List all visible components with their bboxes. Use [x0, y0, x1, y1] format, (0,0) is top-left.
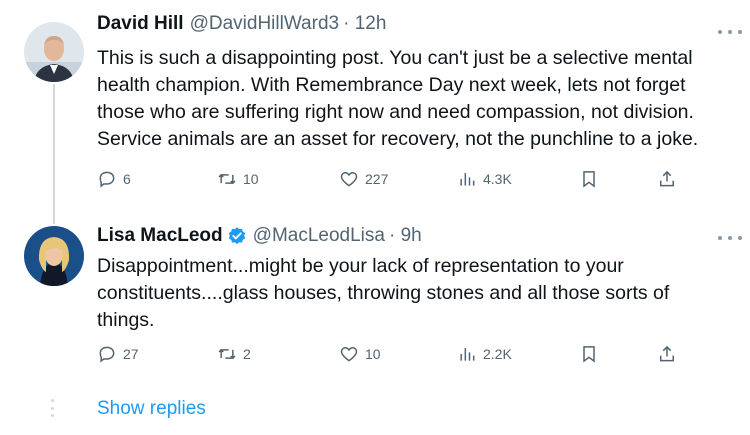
- tweet-actions: 27 2 10 2.2K: [97, 341, 697, 367]
- like-count: 10: [365, 346, 381, 362]
- like-button[interactable]: 10: [339, 341, 381, 367]
- avatar-lisa-macleod[interactable]: [24, 226, 84, 286]
- reply-icon: [99, 171, 115, 188]
- share-button[interactable]: [657, 166, 677, 192]
- tweet-time[interactable]: · 9h: [389, 225, 422, 247]
- tweet[interactable]: Lisa MacLeod @MacLeodLisa · 9h Disappoin…: [0, 222, 750, 382]
- verified-badge-icon: [227, 226, 247, 246]
- tweet-text-line: This is such a disappointing post. You c…: [97, 47, 693, 69]
- tweet-text-line: Disappointment...might be your lack of r…: [97, 255, 624, 277]
- reply-count: 27: [123, 346, 139, 362]
- more-options-button[interactable]: [718, 26, 742, 38]
- tweet-time[interactable]: · 12h: [343, 13, 386, 35]
- views-count: 2.2K: [483, 346, 512, 362]
- avatar-david-hill[interactable]: [24, 22, 84, 82]
- author-name[interactable]: Lisa MacLeod: [97, 225, 223, 247]
- show-replies-link[interactable]: Show replies: [97, 398, 206, 420]
- retweet-icon: [218, 348, 236, 360]
- share-icon: [660, 345, 674, 362]
- views-icon: [460, 173, 475, 186]
- tweet-text: This is such a disappointing post. You c…: [97, 45, 737, 153]
- share-icon: [660, 170, 674, 187]
- thread-dots: [51, 399, 55, 417]
- more-icon: [718, 236, 722, 240]
- views-button[interactable]: 2.2K: [457, 341, 512, 367]
- author-handle[interactable]: @DavidHillWard3: [190, 13, 340, 35]
- like-count: 227: [365, 171, 389, 187]
- bookmark-button[interactable]: [579, 166, 599, 192]
- tweet-text-line: health champion. With Remembrance Day ne…: [97, 74, 686, 96]
- more-icon: [718, 30, 722, 34]
- tweet-header: Lisa MacLeod @MacLeodLisa · 9h: [97, 222, 422, 250]
- bookmark-button[interactable]: [579, 341, 599, 367]
- bookmark-icon: [583, 171, 595, 188]
- tweet-actions: 6 10 227 4.3K: [97, 166, 697, 192]
- views-count: 4.3K: [483, 171, 512, 187]
- share-button[interactable]: [657, 341, 677, 367]
- views-icon: [460, 348, 475, 361]
- author-handle[interactable]: @MacLeodLisa: [253, 225, 385, 247]
- tweet-text-line: things.: [97, 309, 155, 331]
- views-button[interactable]: 4.3K: [457, 166, 512, 192]
- author-name[interactable]: David Hill: [97, 13, 184, 35]
- more-options-button[interactable]: [718, 232, 742, 244]
- tweet-header: David Hill @DavidHillWard3 · 12h: [97, 10, 386, 38]
- reply-count: 6: [123, 171, 131, 187]
- reply-icon: [99, 346, 115, 363]
- like-icon: [340, 346, 358, 362]
- retweet-icon: [218, 173, 236, 185]
- reply-button[interactable]: 6: [97, 166, 131, 192]
- like-icon: [340, 171, 358, 187]
- retweet-button[interactable]: 10: [217, 166, 259, 192]
- retweet-count: 10: [243, 171, 259, 187]
- retweet-count: 2: [243, 346, 251, 362]
- retweet-button[interactable]: 2: [217, 341, 251, 367]
- tweet-text-line: those who are suffering right now and ne…: [97, 101, 694, 123]
- bookmark-icon: [583, 346, 595, 363]
- tweet-text-line: Service animals are an asset for recover…: [97, 128, 699, 150]
- reply-button[interactable]: 27: [97, 341, 139, 367]
- like-button[interactable]: 227: [339, 166, 388, 192]
- tweet-text-line: constituents....glass houses, throwing s…: [97, 282, 670, 304]
- tweet-text: Disappointment...might be your lack of r…: [97, 253, 737, 334]
- tweet[interactable]: David Hill @DavidHillWard3 · 12h This is…: [0, 0, 750, 222]
